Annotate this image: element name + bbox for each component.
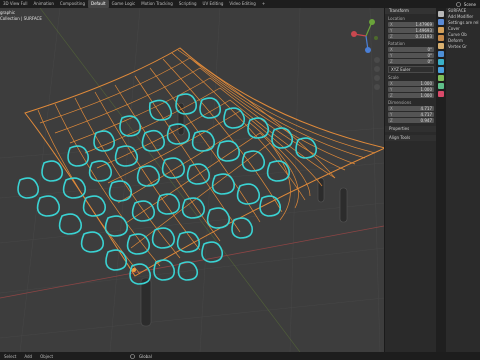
rotation-y-field[interactable]: Y 0°: [388, 53, 434, 58]
tab-motion-tracking[interactable]: Motion Tracking: [138, 0, 175, 8]
tab-animation[interactable]: Animation: [31, 0, 57, 8]
workspace-bar: 3D View Full Animation Compositing Defau…: [0, 0, 480, 8]
location-x-field[interactable]: X 1.47969: [388, 22, 434, 27]
scale-x-field[interactable]: X 1.000: [388, 81, 434, 86]
render-tab-icon[interactable]: [438, 19, 444, 25]
y-axis-line: [39, 8, 301, 352]
tab-scripting[interactable]: Scripting: [176, 0, 200, 8]
scale-z-field[interactable]: Z 1.000: [388, 93, 434, 98]
tool-tab-icon[interactable]: [438, 11, 444, 17]
transform-orientation-select[interactable]: Global: [139, 354, 152, 359]
rotation-label: Rotation: [388, 41, 405, 46]
location-y-field[interactable]: Y 1.49693: [388, 28, 434, 33]
scene-icon: [455, 1, 461, 7]
object-origin: [132, 268, 136, 272]
tab-game-logic[interactable]: Game Logic: [109, 0, 139, 8]
navigation-gizmo[interactable]: [351, 19, 378, 53]
scale-y-field[interactable]: Y 1.000: [388, 87, 434, 92]
scale-label: Scale: [388, 75, 399, 80]
tab-video-editing[interactable]: Video Editing: [226, 0, 258, 8]
viewport-scene[interactable]: [0, 8, 384, 352]
add-workspace-button[interactable]: +: [259, 0, 268, 8]
dimensions-label: Dimensions: [388, 100, 412, 105]
world-tab-icon[interactable]: [438, 43, 444, 49]
rotation-z-field[interactable]: Z 0°: [388, 59, 434, 64]
support-legs: [140, 102, 348, 327]
modifier-tab-icon[interactable]: [438, 51, 444, 57]
tab-uv-editing[interactable]: UV Editing: [200, 0, 227, 8]
status-add[interactable]: Add: [20, 354, 36, 359]
scene-tab-icon[interactable]: [438, 35, 444, 41]
physics-tab-icon[interactable]: [438, 67, 444, 73]
properties-subpanel[interactable]: Properties: [385, 126, 437, 132]
view-perspective-label: graphic: [0, 10, 16, 15]
status-object[interactable]: Object: [36, 354, 57, 359]
material-tab-icon[interactable]: [438, 91, 444, 97]
3d-viewport[interactable]: graphic Collection | SURFACE: [0, 8, 384, 352]
dimensions-x-field[interactable]: X 4.717: [388, 106, 434, 111]
align-tools-subpanel[interactable]: Align Tools: [385, 135, 437, 141]
status-bar: Select Add Object: [0, 352, 480, 360]
particles-tab-icon[interactable]: [438, 59, 444, 65]
surface-wireframe: [24, 47, 384, 277]
tab-default[interactable]: Default: [87, 0, 109, 8]
output-tab-icon[interactable]: [438, 27, 444, 33]
viewport-nav-buttons[interactable]: [374, 57, 380, 90]
woven-curve: [17, 93, 318, 285]
status-select[interactable]: Select: [0, 354, 20, 359]
transform-header[interactable]: Transform: [385, 8, 437, 14]
dimensions-z-field[interactable]: Z 0.947: [388, 118, 434, 123]
active-collection-label: Collection | SURFACE: [0, 16, 42, 21]
tab-compositing[interactable]: Compositing: [57, 0, 88, 8]
location-label: Location: [388, 16, 405, 21]
location-z-field[interactable]: Z 0.31193: [388, 34, 434, 39]
sidebar-transform-panel: Transform Location X 1.47969 Y 1.49693 Z 0.…: [384, 8, 437, 352]
scene-name: Scene: [463, 1, 476, 7]
constraints-tab-icon[interactable]: [438, 75, 444, 81]
orientation-icon: [130, 353, 135, 359]
rotation-mode-select[interactable]: XYZ Euler: [388, 66, 434, 73]
viewport-header-bottom: Global: [130, 352, 152, 360]
vertex-group-field[interactable]: Vertex Gr: [446, 44, 480, 50]
data-tab-icon[interactable]: [438, 83, 444, 89]
properties-tab-strip: [436, 8, 446, 355]
tab-3d-view-full[interactable]: 3D View Full: [0, 0, 31, 8]
rotation-x-field[interactable]: X 0°: [388, 47, 434, 52]
dimensions-y-field[interactable]: Y 4.717: [388, 112, 434, 117]
properties-editor: SURFACE Add Modifier Settings are rel Co…: [446, 8, 480, 352]
scene-selector[interactable]: Scene: [455, 0, 480, 8]
